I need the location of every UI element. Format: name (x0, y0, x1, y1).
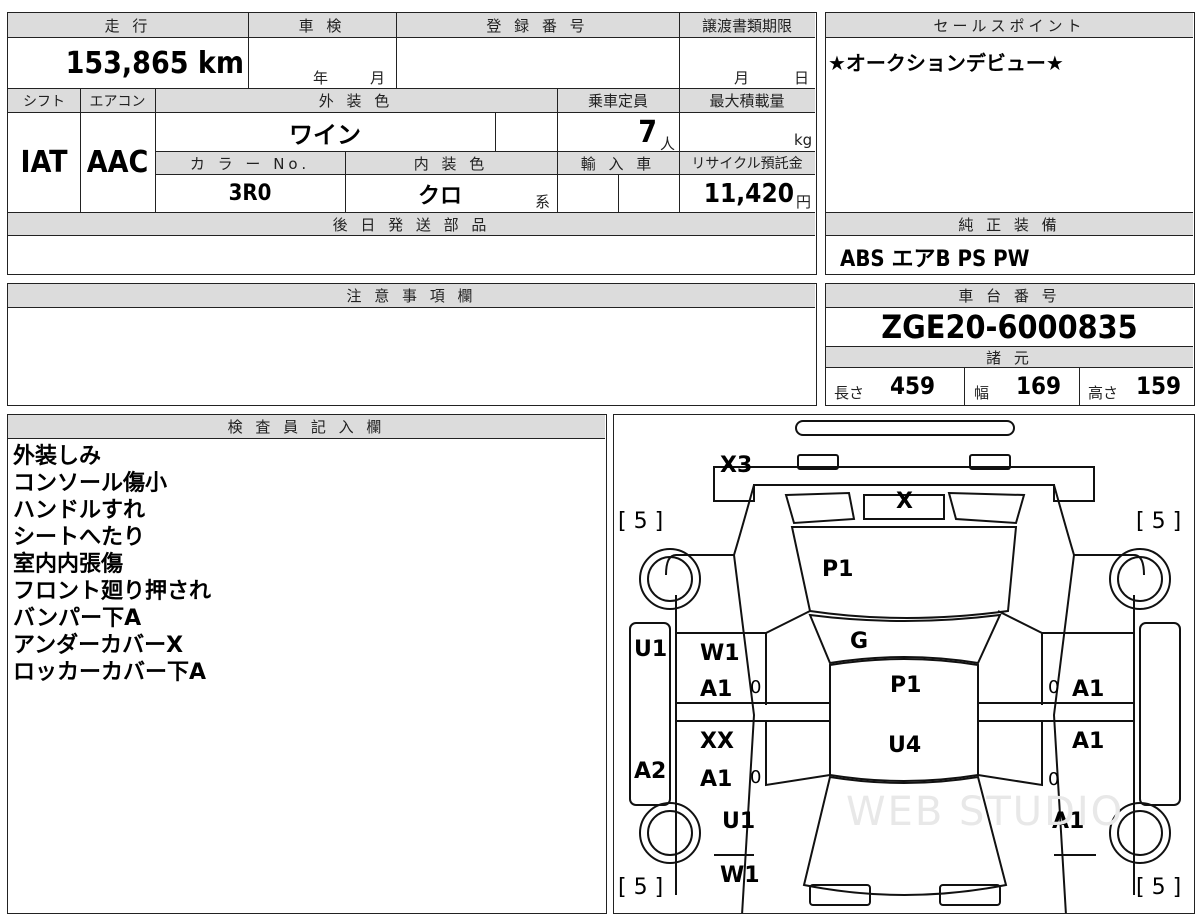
capacity-value: 7 (638, 114, 657, 150)
shift-value: IAT (20, 145, 68, 180)
left-front-door-damage: W1 (700, 641, 740, 666)
front-bumper-damage: X3 (720, 453, 753, 478)
left-rear-bottom-damage: W1 (720, 863, 760, 888)
right-front-door-damage: A1 (1072, 677, 1105, 702)
int-color-header: 内 装 色 (345, 151, 557, 175)
sales-point-box: セールスポイント ★オークションデビュー★ 純 正 装 備 ABS エアB PS… (825, 12, 1195, 275)
note-item: フロント廻り押され (13, 579, 212, 604)
maxload-unit: kg (794, 131, 813, 149)
left-rear-fender-damage: U1 (722, 809, 756, 834)
length-label: 長さ (834, 384, 865, 402)
rear-roof-damage: U4 (888, 733, 922, 758)
shift-header: シフト (8, 89, 80, 113)
mileage-header: 走 行 (8, 13, 248, 38)
sales-point-value: ★オークションデビュー★ (828, 51, 1064, 75)
recycle-value: 11,420 (703, 178, 794, 209)
ac-value: AAC (86, 145, 149, 180)
roof-damage: P1 (890, 673, 922, 698)
left-rear-door-zero: 0 (750, 767, 762, 788)
left-rear-door-damage: XX (700, 729, 734, 754)
watermark: WEB STUDIO (846, 789, 1125, 835)
note-item: 外装しみ (13, 444, 102, 469)
width-value: 169 (1016, 372, 1062, 400)
transfer-day: 日 (794, 69, 810, 87)
note-item: アンダーカバーX (13, 633, 184, 658)
height-label: 高さ (1088, 384, 1119, 402)
inspector-notes: 外装しみ コンソール傷小 ハンドルすれ シートへたり 室内内張傷 フロント廻り押… (13, 443, 211, 686)
note-item: コンソール傷小 (13, 471, 168, 496)
hood-damage: P1 (822, 557, 854, 582)
equipment-header: 純 正 装 備 (826, 212, 1193, 236)
mileage-value: 153,865 km (8, 38, 248, 88)
inspection-month: 月 (370, 69, 386, 87)
dims-header: 諸 元 (826, 346, 1193, 368)
caution-header: 注 意 事 項 欄 (8, 284, 815, 308)
chassis-box: 車 台 番 号 ZGE20-6000835 諸 元 長さ 459 幅 169 高… (825, 283, 1195, 406)
int-color-value: クロ (417, 183, 462, 209)
windshield-damage: G (850, 629, 869, 654)
grille-damage: X (896, 489, 913, 514)
note-item: バンパー下A (13, 606, 142, 631)
maxload-header: 最大積載量 (679, 89, 815, 113)
height-value: 159 (1136, 372, 1182, 400)
note-item: ハンドルすれ (13, 498, 146, 523)
transfer-month: 月 (734, 69, 750, 87)
import-header: 輸 入 車 (557, 151, 679, 175)
length-value: 459 (890, 372, 936, 400)
color-no-header: カ ラ ー No. (155, 151, 345, 175)
inspection-header: 車 検 (248, 13, 396, 38)
transfer-header: 譲渡書類期限 (679, 13, 815, 38)
ext-color-header: 外 装 色 (155, 89, 557, 113)
recycle-header: リサイクル預託金 (679, 151, 815, 175)
left-fender-damage: U1 (634, 637, 668, 662)
recycle-unit: 円 (796, 193, 812, 211)
color-no-value: 3R0 (228, 181, 272, 206)
mileage-number: 153,865 (65, 45, 189, 81)
mileage-unit: km (197, 45, 244, 81)
right-rear-door-damage: A1 (1072, 729, 1105, 754)
right-rear-door-zero: 0 (1048, 769, 1060, 790)
inspector-box: 検 査 員 記 入 欄 外装しみ コンソール傷小 ハンドルすれ シートへたり 室… (7, 414, 607, 914)
equipment-value: ABS エアB PS PW (840, 247, 1030, 272)
chassis-value: ZGE20-6000835 (881, 308, 1138, 346)
note-item: ロッカーカバー下A (13, 660, 207, 685)
note-item: シートへたり (13, 525, 146, 550)
bracket-top-right: [ 5 ] (1136, 509, 1182, 534)
width-label: 幅 (974, 384, 990, 402)
left-rear-door-damage-2: A1 (700, 767, 733, 792)
inspector-header: 検 査 員 記 入 欄 (8, 415, 605, 439)
chassis-header: 車 台 番 号 (826, 284, 1193, 308)
note-item: 室内内張傷 (13, 552, 124, 577)
later-parts-header: 後 日 発 送 部 品 (8, 212, 815, 236)
int-color-suffix: 系 (535, 193, 551, 211)
caution-box: 注 意 事 項 欄 (7, 283, 817, 406)
registration-header: 登 録 番 号 (396, 13, 679, 38)
bracket-bottom-right: [ 5 ] (1136, 875, 1182, 900)
inspection-year: 年 (313, 69, 329, 87)
car-diagram: X3 X P1 G P1 U4 U1 W1 A1 0 XX A1 0 A2 U1… (613, 414, 1195, 914)
info-table: 走 行 車 検 登 録 番 号 譲渡書類期限 153,865 km 年 月 月 … (7, 12, 817, 275)
right-front-door-zero: 0 (1048, 677, 1060, 698)
bracket-top-left: [ 5 ] (618, 509, 664, 534)
ext-color-value: ワイン (289, 120, 361, 149)
bracket-bottom-left: [ 5 ] (618, 875, 664, 900)
capacity-header: 乗車定員 (557, 89, 679, 113)
sales-point-header: セールスポイント (826, 13, 1193, 38)
ac-header: エアコン (80, 89, 155, 113)
left-front-door-damage-2: A1 (700, 677, 733, 702)
left-front-door-zero: 0 (750, 677, 762, 698)
left-rocker-damage: A2 (634, 759, 667, 784)
